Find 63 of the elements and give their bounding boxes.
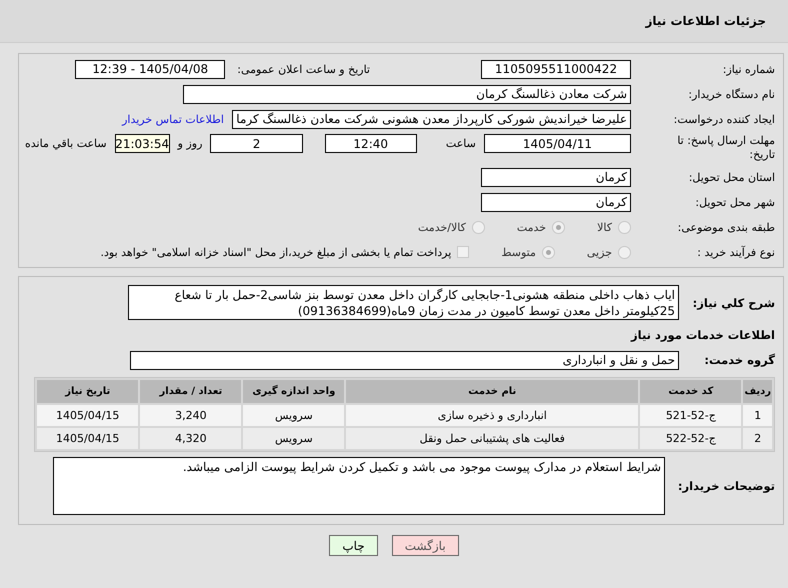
radio-button[interactable] — [542, 246, 555, 258]
announce-date-field: 1405/04/08 - 12:39 — [75, 60, 226, 78]
radio-button[interactable] — [552, 220, 566, 234]
checkbox-label: پرداخت تمام یا بخشی از مبلغ خرید،از محل "اسناد خزانه اسلامی" خواهد بود. — [100, 246, 452, 258]
remaining-time-field: 21:03:54 — [114, 134, 170, 153]
table-cell: 1405/04/15 — [37, 428, 138, 449]
table-cell: سرویس — [243, 428, 344, 449]
field-label: تاریخ و ساعت اعلان عمومی: — [237, 62, 370, 76]
deadline-date-field: 1405/04/11 — [484, 134, 631, 153]
table-cell: 3,240 — [140, 405, 242, 426]
column-header: تاریخ نیاز — [37, 380, 138, 403]
need-number-field: 1105095511000422 — [481, 60, 631, 78]
buyer-field: شرکت معادن ذغالسنگ کرمان — [183, 84, 631, 104]
field-label: ایجاد کننده درخواست: — [672, 112, 775, 126]
table-cell: ج-52-521 — [640, 405, 742, 426]
section-heading: اطلاعات خدمات مورد نیاز — [631, 328, 775, 342]
radio-button[interactable] — [618, 246, 631, 258]
service-group-field: حمل و نقل و انبارداری — [130, 350, 679, 370]
column-header: ردیف — [743, 380, 772, 403]
column-header: واحد اندازه گیری — [243, 380, 344, 403]
days-field: 2 — [210, 134, 303, 153]
table-cell: 4,320 — [140, 428, 242, 449]
print-button[interactable]: چاپ — [329, 535, 378, 556]
description-field: ایاب ذهاب داخلی منطقه هشونی1-جابجایی کارگران داخل معدن توسط بنز شاسی2-حمل بار تا شعاع 25کیلومتر داخل معدن توسط کامیون در مدت زمان 9ماه(09136384699) — [128, 285, 679, 320]
radio-label: متوسط — [501, 246, 536, 258]
field-label: ساعت باقي مانده — [25, 137, 107, 150]
back-button[interactable]: بازگشت — [392, 535, 459, 556]
field-label: استان محل تحویل: — [688, 170, 775, 184]
field-label: توضیحات خریدار: — [676, 479, 775, 493]
radio-button[interactable] — [618, 220, 631, 234]
field-label: مهلت ارسال پاسخ: تا تاریخ: — [676, 134, 775, 162]
radio-label: کالا — [597, 220, 612, 234]
field-label: شرح کلي نیاز: — [692, 296, 775, 310]
table-cell: ج-52-522 — [640, 428, 742, 449]
table-cell: 1405/04/15 — [37, 405, 138, 426]
deadline-time-field: 12:40 — [324, 134, 417, 153]
field-label: شماره نیاز: — [722, 62, 775, 76]
table-cell: فعالیت های پشتیبانی حمل ونقل — [346, 428, 638, 449]
column-header: تعداد / مقدار — [140, 380, 242, 403]
field-label: شهر محل تحویل: — [694, 196, 775, 208]
creator-field: علیرضا خیراندیش شورکی کارپرداز معدن هشونی شرکت معادن ذغالسنگ کرما — [232, 110, 631, 128]
field-label: طبقه بندی موضوعی: — [676, 220, 775, 234]
radio-label: خدمت — [516, 220, 546, 234]
buyer-contact-link[interactable]: اطلاعات تماس خریدار — [122, 112, 224, 126]
table-cell: 1 — [743, 405, 772, 426]
table-cell: انبارداری و ذخیره سازی — [346, 405, 638, 426]
page-title: جزئیات اطلاعات نیاز — [645, 14, 766, 28]
radio-label: کالا/خدمت — [418, 220, 466, 234]
field-label: نوع فرآیند خرید : — [696, 246, 775, 258]
province-field: کرمان — [481, 168, 631, 186]
table-cell: سرویس — [243, 405, 344, 426]
radio-button[interactable] — [472, 220, 485, 234]
field-label: ساعت — [444, 137, 476, 150]
field-label: روز و — [178, 137, 202, 150]
field-label: گروه خدمت: — [703, 353, 775, 367]
checkbox[interactable] — [457, 246, 470, 258]
field-label: نام دستگاه خریدار: — [687, 88, 775, 100]
column-header: نام خدمت — [346, 380, 638, 403]
buyer-notes-field: شرایط استعلام در مدارک پیوست موجود می باشد و تکمیل کردن شرایط پیوست الزامی میباشد. — [53, 457, 665, 515]
column-header: کد خدمت — [640, 380, 742, 403]
radio-label: جزیی — [586, 246, 612, 258]
city-field: کرمان — [481, 192, 631, 212]
table-cell: 2 — [743, 428, 772, 449]
